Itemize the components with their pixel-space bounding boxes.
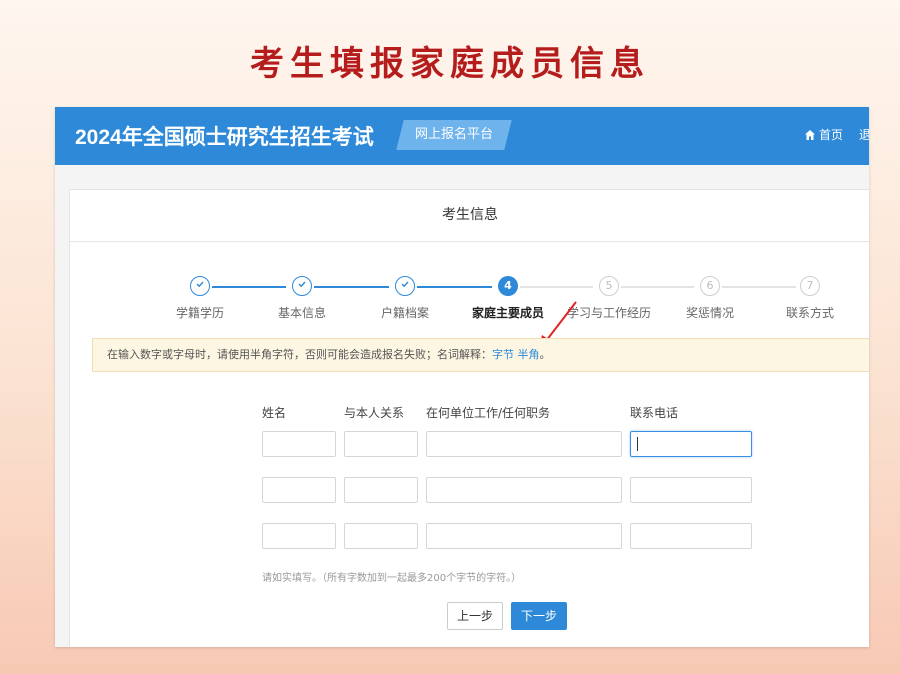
- step-2-label[interactable]: 基本信息: [247, 304, 357, 321]
- check-icon: [196, 281, 204, 288]
- step-connector: [417, 286, 492, 288]
- column-header-relation: 与本人关系: [344, 406, 405, 420]
- step-progress: 学籍学历 基本信息 户籍档案 4 家庭主要成员 5 学习与工作经历 6 奖惩情况…: [70, 272, 869, 322]
- nav-home-label: 首页: [818, 128, 843, 142]
- form-hint: 请如实填写。（所有字数加到一起最多200个字节的字符。）: [262, 573, 522, 584]
- notice-bar: 在输入数字或字母时，请使用半角字符，否则可能会造成报名失败；名词解释：字节 半角…: [92, 338, 869, 372]
- step-6-circle[interactable]: 6: [700, 276, 720, 296]
- step-1-label[interactable]: 学籍学历: [145, 304, 255, 321]
- nav-home-link[interactable]: 首页: [804, 126, 843, 143]
- top-navbar: 2024年全国硕士研究生招生考试 网上报名平台 首页 退: [55, 107, 869, 165]
- member-relation-input[interactable]: [344, 477, 418, 503]
- step-7-label[interactable]: 联系方式: [755, 304, 865, 321]
- member-phone-input[interactable]: [630, 477, 752, 503]
- step-6-label[interactable]: 奖惩情况: [655, 304, 765, 321]
- member-name-input[interactable]: [262, 431, 336, 457]
- member-workplace-input[interactable]: [426, 523, 622, 549]
- member-name-input[interactable]: [262, 477, 336, 503]
- screenshot-frame: 2024年全国硕士研究生招生考试 网上报名平台 首页 退 考生信息 学籍学历 基…: [55, 107, 869, 647]
- slide-title: 考生填报家庭成员信息: [250, 44, 650, 84]
- check-icon: [401, 281, 409, 288]
- member-name-input[interactable]: [262, 523, 336, 549]
- panel-title: 考生信息: [70, 190, 869, 242]
- notice-text: 在输入数字或字母时，请使用半角字符，否则可能会造成报名失败；名词解释：: [107, 348, 492, 361]
- nav-logout-link[interactable]: 退: [859, 126, 869, 143]
- site-brand[interactable]: 2024年全国硕士研究生招生考试: [75, 121, 374, 151]
- step-connector: [722, 286, 796, 288]
- step-3-circle[interactable]: [395, 276, 415, 296]
- step-connector: [314, 286, 389, 288]
- step-4-circle[interactable]: 4: [498, 276, 518, 296]
- platform-tag: 网上报名平台: [396, 120, 512, 150]
- member-workplace-input[interactable]: [426, 431, 622, 457]
- step-1-circle[interactable]: [190, 276, 210, 296]
- step-2-circle[interactable]: [292, 276, 312, 296]
- step-7-circle[interactable]: 7: [800, 276, 820, 296]
- home-icon: [804, 130, 815, 140]
- link-halfwidth[interactable]: 半角: [518, 348, 540, 361]
- column-header-workplace: 在何单位工作/任何职务: [426, 406, 551, 420]
- prev-step-button[interactable]: 上一步: [447, 602, 503, 630]
- notice-end: 。: [539, 348, 551, 361]
- member-relation-input[interactable]: [344, 523, 418, 549]
- main-panel: 考生信息 学籍学历 基本信息 户籍档案 4 家庭主要成员 5 学习与工作经历 6…: [69, 189, 869, 647]
- member-phone-input[interactable]: [630, 523, 752, 549]
- member-phone-input[interactable]: [630, 431, 752, 457]
- step-connector: [212, 286, 286, 288]
- link-byte[interactable]: 字节: [492, 348, 514, 361]
- next-step-button[interactable]: 下一步: [511, 602, 567, 630]
- step-connector: [520, 286, 593, 288]
- member-relation-input[interactable]: [344, 431, 418, 457]
- step-3-label[interactable]: 户籍档案: [350, 304, 460, 321]
- column-header-phone: 联系电话: [630, 406, 679, 420]
- step-connector: [621, 286, 694, 288]
- check-icon: [298, 281, 306, 288]
- platform-tag-label: 网上报名平台: [414, 127, 493, 142]
- column-header-name: 姓名: [262, 406, 287, 420]
- member-workplace-input[interactable]: [426, 477, 622, 503]
- step-5-circle[interactable]: 5: [599, 276, 619, 296]
